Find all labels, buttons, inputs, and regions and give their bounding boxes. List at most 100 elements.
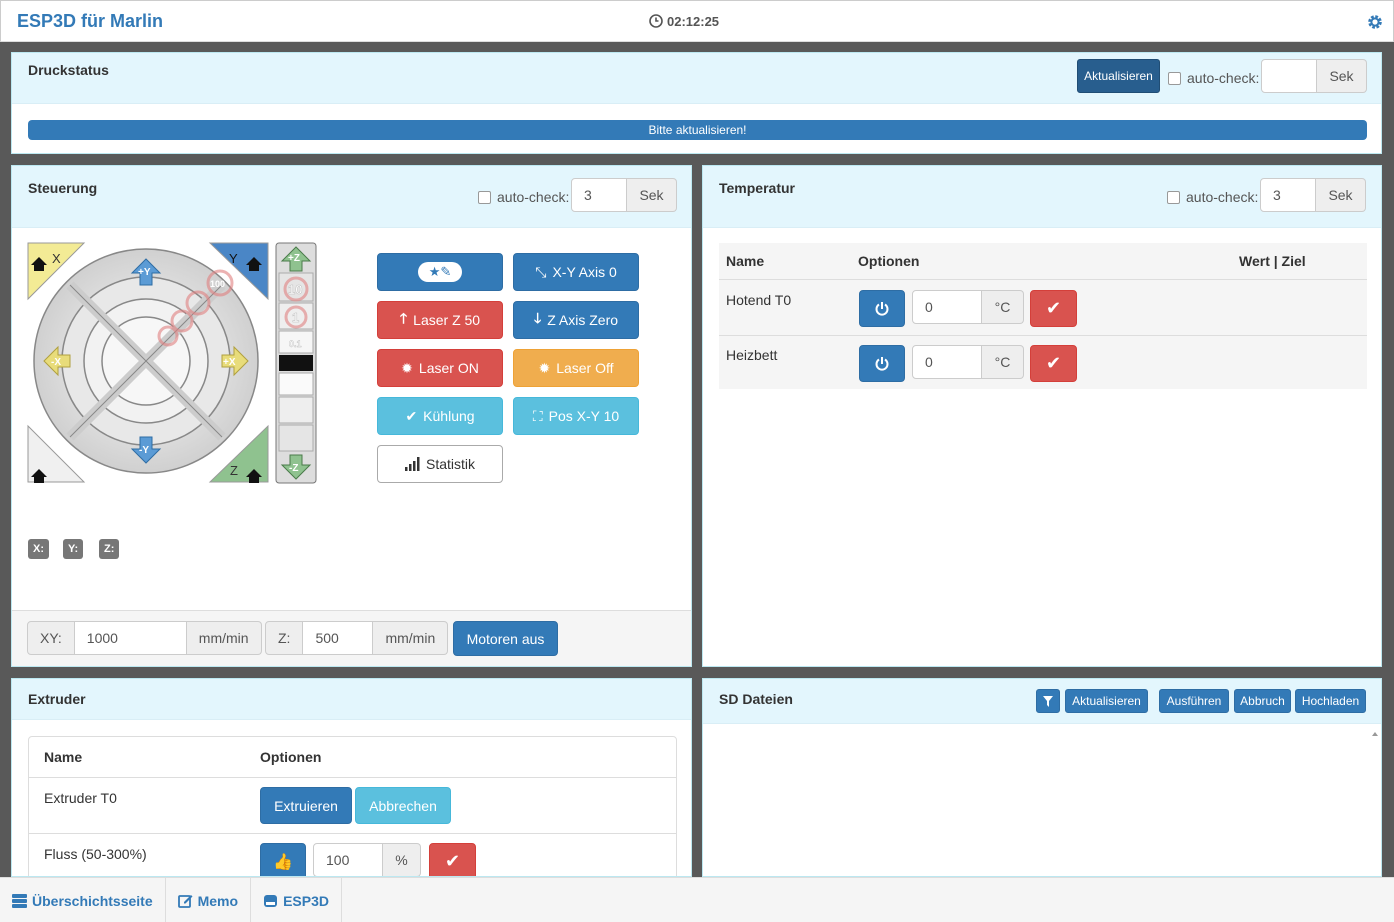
control-interval-input[interactable]: 3 (571, 178, 627, 212)
scroll-up-arrow[interactable] (1372, 732, 1378, 736)
table-row: Hotend T0 0 °C ✔ (719, 280, 1367, 335)
macro-button-statistics[interactable]: Statistik (377, 445, 503, 483)
temperature-interval-input[interactable]: 3 (1260, 178, 1316, 212)
bed-off-button[interactable] (859, 345, 905, 382)
z-feedrate-group: Z: 500 mm/min (265, 621, 449, 655)
signal-icon (404, 457, 420, 471)
flow-unit: % (383, 843, 421, 876)
temperature-autocheck-label: auto-check: (1186, 189, 1259, 205)
control-interval-unit: Sek (627, 178, 677, 212)
bed-target-group: 0 °C (912, 345, 1024, 379)
temperature-header: Temperatur auto-check: 3 Sek (703, 166, 1381, 228)
macro-cooling-label: Kühlung (423, 408, 475, 424)
control-autocheck[interactable]: auto-check: (478, 189, 569, 205)
footer-memo-link[interactable]: Memo (166, 878, 252, 922)
clock-time: 02:12:25 (667, 14, 720, 29)
sd-run-button[interactable]: Ausführen (1159, 689, 1229, 713)
z-step-1-label: 1 (292, 310, 299, 325)
status-autocheck-label: auto-check: (1187, 70, 1260, 86)
bed-set-button[interactable]: ✔ (1030, 345, 1077, 382)
server-icon (12, 893, 27, 908)
xy-feedrate-input[interactable]: 1000 (74, 621, 187, 655)
status-interval-unit: Sek (1317, 59, 1367, 93)
sd-upload-button[interactable]: Hochladen (1295, 689, 1366, 713)
footer-overview-label: Überschichtsseite (32, 892, 153, 909)
macro-button-laser-z-50[interactable]: 🡑 Laser Z 50 (377, 301, 503, 339)
flow-input[interactable]: 100 (313, 843, 383, 876)
status-interval-group: Sek (1261, 59, 1367, 93)
temperature-title: Temperatur (719, 180, 795, 196)
macro-button-laser-off[interactable]: ✹ Laser Off (513, 349, 639, 387)
table-row: Heizbett 0 °C ✔ (719, 336, 1367, 389)
motors-off-button[interactable]: Motoren aus (453, 621, 558, 656)
top-navbar: ESP3D für Marlin 02:12:25 (0, 0, 1394, 42)
control-autocheck-checkbox[interactable] (478, 190, 491, 204)
fullscreen-icon: ⛶ (532, 407, 543, 424)
jog-plus-z-label: +Z (288, 253, 300, 264)
flow-set-button[interactable]: ✔ (429, 843, 476, 876)
temperature-table: Name Optionen Wert | Ziel Hotend T0 0 °C… (719, 243, 1367, 389)
filter-button[interactable] (1036, 689, 1060, 713)
hotend-target-input[interactable]: 0 (912, 290, 982, 324)
control-panel: Steuerung auto-check: 3 Sek X Y Z 100 +Y… (11, 165, 692, 667)
macro-xy-axis-0-label: X-Y Axis 0 (552, 264, 617, 280)
check-icon: ✔ (1045, 298, 1062, 318)
extruder-header: Extruder (12, 679, 691, 720)
extrude-button[interactable]: Extruieren (260, 787, 352, 824)
app-title[interactable]: ESP3D für Marlin (17, 11, 163, 32)
jog-x-home-label: X (52, 251, 61, 266)
sd-scrollbar[interactable] (1371, 729, 1379, 874)
abort-extrude-button[interactable]: Abbrechen (355, 787, 451, 824)
jog-minus-x-label: -X (51, 357, 61, 368)
temperature-interval-unit: Sek (1316, 178, 1366, 212)
temperature-autocheck-checkbox[interactable] (1167, 190, 1180, 204)
z-feedrate-input[interactable]: 500 (303, 621, 374, 655)
hotend-unit: °C (982, 290, 1024, 324)
refresh-status-button[interactable]: Aktualisieren (1077, 59, 1160, 93)
status-autocheck[interactable]: auto-check: (1168, 70, 1259, 86)
jog-y-home-label: Y (229, 251, 238, 266)
jog-control[interactable]: X Y Z 100 +Y -Y -X +X 10 1 0.1 +Z -Z (26, 241, 326, 489)
position-x-badge: X: (28, 539, 49, 559)
z-feedrate-unit: mm/min (373, 621, 449, 655)
macro-button-custom[interactable]: ★✎ (377, 253, 503, 291)
power-icon (875, 301, 889, 316)
hotend-set-button[interactable]: ✔ (1030, 290, 1077, 327)
z-step-01-label: 0.1 (289, 339, 302, 349)
temperature-autocheck[interactable]: auto-check: (1167, 189, 1258, 205)
sd-header: SD Dateien Aktualisieren Ausführen Abbru… (703, 679, 1381, 724)
flow-reset-button[interactable]: 👍 (260, 843, 306, 876)
sd-refresh-button[interactable]: Aktualisieren (1065, 689, 1148, 713)
gear-icon[interactable] (1367, 14, 1383, 30)
bed-target-input[interactable]: 0 (912, 345, 982, 379)
control-header: Steuerung auto-check: 3 Sek (12, 166, 691, 228)
macro-button-cooling[interactable]: ✔ Kühlung (377, 397, 503, 435)
filter-icon (1043, 695, 1053, 707)
macro-button-pos-xy-10[interactable]: ⛶ Pos X-Y 10 (513, 397, 639, 435)
extruder-header-options: Optionen (260, 749, 322, 765)
clock-icon (649, 14, 663, 28)
sd-title: SD Dateien (719, 691, 793, 707)
macro-laser-off-label: Laser Off (556, 360, 614, 376)
macro-button-xy-axis-0[interactable]: ⤡ X-Y Axis 0 (513, 253, 639, 291)
sd-abort-button[interactable]: Abbruch (1234, 689, 1291, 713)
status-interval-input[interactable] (1261, 59, 1317, 93)
status-progress-bar: Bitte aktualisieren! (28, 120, 1367, 140)
hotend-off-button[interactable] (859, 290, 905, 327)
print-status-header: Druckstatus Aktualisieren auto-check: Se… (12, 53, 1381, 104)
status-autocheck-checkbox[interactable] (1168, 71, 1181, 85)
extruder-table: Name Optionen Extruder T0 Extruieren Abb… (28, 736, 677, 876)
macro-custom-icon: ★✎ (418, 262, 462, 282)
temperature-header-name: Name (726, 253, 765, 269)
position-y-badge: Y: (63, 539, 84, 559)
macro-statistics-label: Statistik (425, 456, 475, 472)
extruder-header-name: Name (44, 749, 83, 765)
jog-plus-y-label: +Y (138, 267, 151, 278)
temperature-interval-group: 3 Sek (1260, 178, 1366, 212)
footer-overview-link[interactable]: Überschichtsseite (0, 878, 166, 922)
edit-icon (177, 894, 193, 908)
control-footer: XY: 1000 mm/min Z: 500 mm/min Motoren au… (12, 610, 691, 666)
macro-button-laser-on[interactable]: ✹ Laser ON (377, 349, 503, 387)
footer-esp3d-link[interactable]: ESP3D (251, 878, 342, 922)
macro-button-z-axis-zero[interactable]: 🡓 Z Axis Zero (513, 301, 639, 339)
